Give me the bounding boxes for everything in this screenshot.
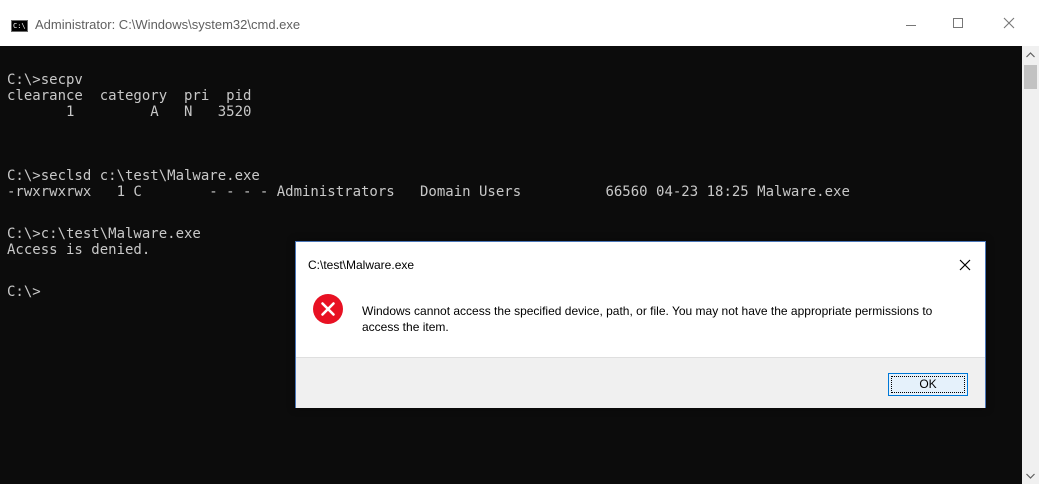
console-line: C:\> — [7, 284, 41, 300]
scroll-down-button[interactable] — [1022, 467, 1039, 484]
maximize-icon — [953, 18, 963, 28]
window-title: Administrator: C:\Windows\system32\cmd.e… — [35, 17, 301, 32]
console-line: C:\>seclsd c:\test\Malware.exe — [7, 168, 260, 184]
close-icon — [1003, 17, 1015, 29]
error-icon — [313, 294, 343, 324]
dialog-message: Windows cannot access the specified devi… — [362, 304, 933, 334]
ok-button-label: OK — [891, 376, 965, 393]
dialog-title: C:\test\Malware.exe — [308, 258, 415, 272]
cmd-icon — [11, 20, 28, 32]
close-icon — [959, 259, 971, 271]
minimize-icon — [906, 24, 916, 26]
title-bar: Administrator: C:\Windows\system32\cmd.e… — [0, 0, 1039, 46]
scrollbar-thumb[interactable] — [1024, 65, 1037, 89]
scroll-up-button[interactable] — [1022, 46, 1039, 63]
console-line: Access is denied. — [7, 242, 151, 258]
chevron-down-icon — [1026, 473, 1035, 479]
maximize-button[interactable] — [935, 0, 981, 46]
close-button[interactable] — [986, 0, 1032, 46]
dialog-footer: OK — [296, 357, 985, 408]
error-dialog: C:\test\Malware.exe Windows cannot acces… — [295, 241, 986, 408]
dialog-close-button[interactable] — [950, 250, 980, 280]
vertical-scrollbar[interactable] — [1022, 46, 1039, 484]
minimize-button[interactable] — [888, 0, 934, 46]
console-line: clearance category pri pid — [7, 88, 252, 104]
chevron-up-icon — [1026, 51, 1035, 57]
console-line: C:\>secpv — [7, 72, 83, 88]
console-line: -rwxrwxrwx 1 C - - - - Administrators Do… — [7, 184, 850, 200]
ok-button[interactable]: OK — [888, 373, 968, 396]
console-line: C:\>c:\test\Malware.exe — [7, 226, 201, 242]
console-line: 1 A N 3520 — [7, 104, 252, 120]
